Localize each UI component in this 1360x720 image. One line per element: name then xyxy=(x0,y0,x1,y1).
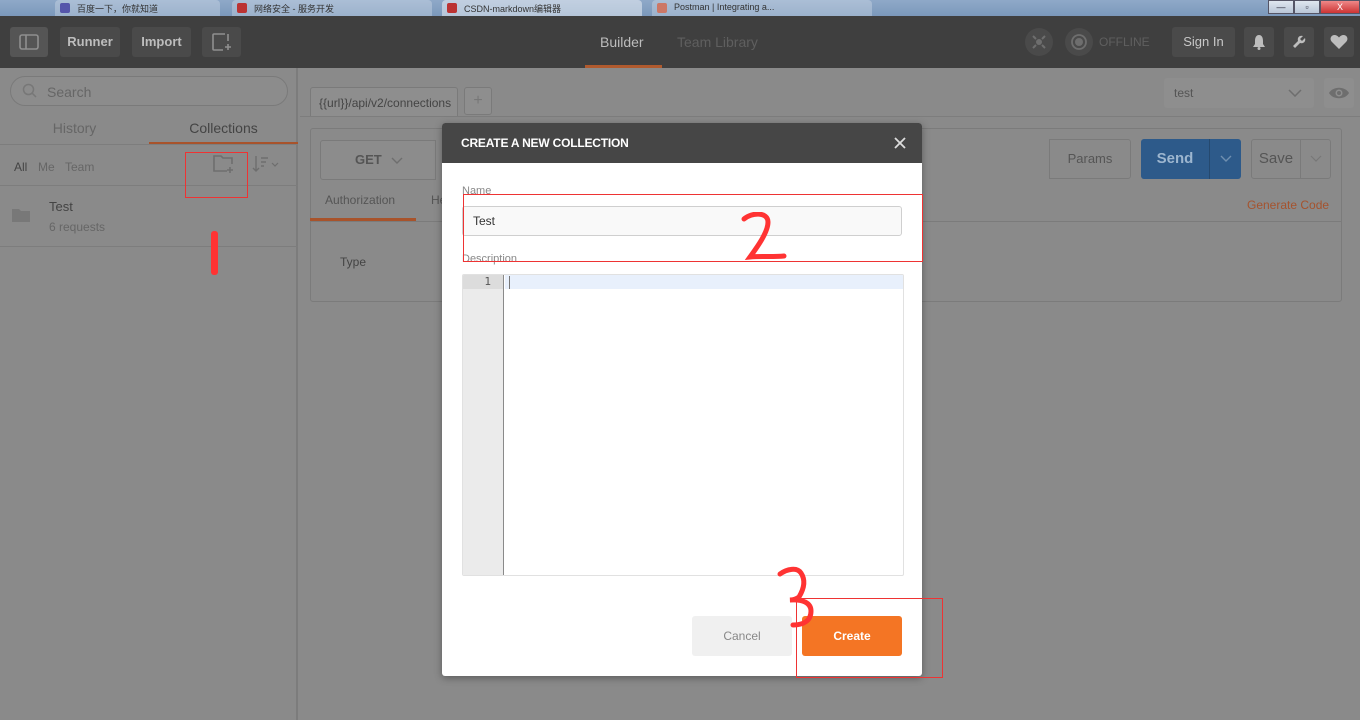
line-number: 1 xyxy=(463,275,503,289)
os-taskbar: 百度一下，你就知道 网络安全 - 服务开发 CSDN-markdown编辑器 P… xyxy=(0,0,1360,16)
request-tab[interactable]: {{url}}/api/v2/connections xyxy=(310,87,458,117)
tab-team-library[interactable]: Team Library xyxy=(677,16,758,68)
os-browser-tab[interactable]: 百度一下，你就知道 xyxy=(55,0,220,16)
method-value: GET xyxy=(355,152,382,167)
tab-authorization[interactable]: Authorization xyxy=(325,193,395,207)
filter-team[interactable]: Team xyxy=(65,160,94,174)
environment-select[interactable]: test xyxy=(1164,78,1314,108)
search-input[interactable]: Search xyxy=(10,76,288,106)
dialog-title: CREATE A NEW COLLECTION xyxy=(461,136,629,150)
environment-value: test xyxy=(1174,86,1194,100)
os-tab-label: 百度一下，你就知道 xyxy=(77,4,159,14)
tab-collections[interactable]: Collections xyxy=(149,112,298,144)
sort-icon xyxy=(252,156,279,172)
dialog-header: CREATE A NEW COLLECTION xyxy=(442,123,922,163)
send-button[interactable]: Send xyxy=(1141,139,1241,179)
text-cursor xyxy=(509,276,510,289)
notifications-button[interactable] xyxy=(1244,27,1274,57)
close-icon xyxy=(894,137,906,149)
os-browser-tab[interactable]: Postman | Integrating a... xyxy=(652,0,872,16)
method-select[interactable]: GET xyxy=(320,140,436,180)
generate-code-link[interactable]: Generate Code xyxy=(1247,198,1329,212)
sync-status-button[interactable] xyxy=(1065,28,1093,56)
new-tab-button[interactable] xyxy=(202,27,241,57)
environment-quick-look-button[interactable] xyxy=(1324,78,1354,108)
chevron-down-icon xyxy=(391,157,403,164)
close-dialog-button[interactable] xyxy=(890,133,910,153)
eye-icon xyxy=(1329,87,1349,99)
os-browser-tab[interactable]: 网络安全 - 服务开发 xyxy=(232,0,432,16)
save-label: Save xyxy=(1252,140,1301,178)
save-button[interactable]: Save xyxy=(1251,139,1331,179)
tab-history[interactable]: History xyxy=(0,112,149,144)
wrench-icon xyxy=(1293,35,1306,48)
collection-meta: 6 requests xyxy=(49,220,106,234)
collection-name: Test xyxy=(49,199,73,214)
annotation-box-step2 xyxy=(463,194,923,262)
filter-all[interactable]: All xyxy=(14,160,27,174)
restore-button[interactable]: ▫ xyxy=(1294,0,1320,14)
offline-status: OFFLINE xyxy=(1099,35,1150,49)
os-tab-label: Postman | Integrating a... xyxy=(674,2,775,12)
os-tab-label: CSDN-markdown编辑器 xyxy=(464,4,562,14)
editor-active-line xyxy=(505,275,903,289)
toggle-sidebar-button[interactable] xyxy=(10,27,48,57)
bell-icon xyxy=(1253,35,1265,50)
new-window-icon xyxy=(211,33,231,51)
editor-gutter xyxy=(463,275,504,575)
import-button[interactable]: Import xyxy=(132,27,191,57)
params-button[interactable]: Params xyxy=(1049,139,1131,179)
sign-in-button[interactable]: Sign In xyxy=(1172,27,1235,57)
divider xyxy=(0,144,298,145)
favorite-button[interactable] xyxy=(1324,27,1354,57)
filter-me[interactable]: Me xyxy=(38,160,55,174)
add-tab-button[interactable]: + xyxy=(464,87,492,115)
description-editor[interactable]: 1 xyxy=(462,274,904,576)
divider xyxy=(300,116,1360,117)
heart-icon xyxy=(1330,35,1348,49)
search-icon xyxy=(22,83,37,98)
collection-item[interactable]: Test 6 requests xyxy=(0,186,298,246)
cancel-button[interactable]: Cancel xyxy=(692,616,792,656)
chevron-down-icon xyxy=(1288,89,1302,97)
chevron-down-icon[interactable] xyxy=(1220,155,1232,163)
send-label: Send xyxy=(1141,139,1210,179)
settings-button[interactable] xyxy=(1284,27,1314,57)
tab-builder[interactable]: Builder xyxy=(600,16,644,68)
auth-type-label: Type xyxy=(340,255,367,269)
folder-icon xyxy=(12,209,30,222)
close-window-button[interactable]: X xyxy=(1320,0,1360,14)
window-controls: — ▫ X xyxy=(1268,0,1360,14)
app-header: Runner Import Builder Team Library OFFLI… xyxy=(0,16,1360,68)
tab-headers[interactable]: Headers xyxy=(431,193,442,207)
satellite-icon xyxy=(1032,35,1046,49)
os-browser-tab[interactable]: CSDN-markdown编辑器 xyxy=(442,0,642,16)
sidebar: Search History Collections All Me Team T… xyxy=(0,68,298,720)
os-tab-label: 网络安全 - 服务开发 xyxy=(254,4,334,14)
annotation-number-1 xyxy=(211,231,218,275)
annotation-box-step1 xyxy=(185,152,248,198)
sort-button[interactable] xyxy=(252,154,282,174)
sidebar-layout-icon xyxy=(19,34,39,50)
sync-icon xyxy=(1071,34,1087,50)
interceptor-button[interactable] xyxy=(1025,28,1053,56)
annotation-box-step3 xyxy=(796,598,943,678)
search-placeholder: Search xyxy=(47,84,92,100)
minimize-button[interactable]: — xyxy=(1268,0,1294,14)
divider xyxy=(0,246,298,247)
chevron-down-icon[interactable] xyxy=(1310,155,1322,163)
runner-button[interactable]: Runner xyxy=(60,27,120,57)
active-tab-indicator xyxy=(585,65,662,68)
